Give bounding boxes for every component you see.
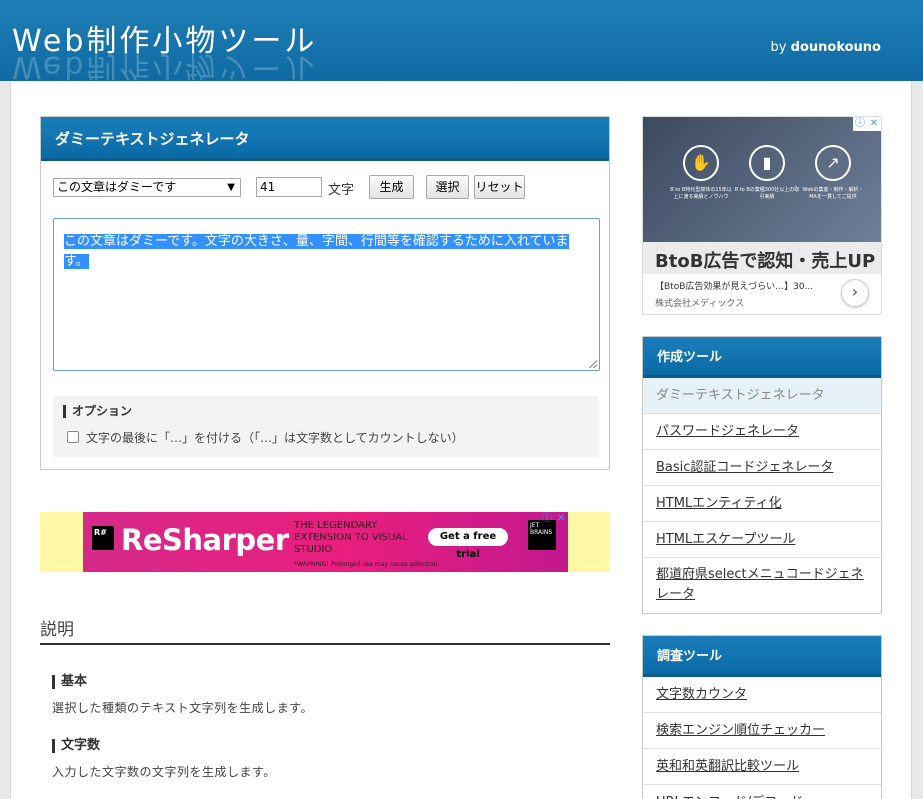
stairs-icon: ↗ [815,145,851,181]
section-body-basic: 選択した種類のテキスト文字列を生成します。 [52,701,313,715]
ad-advertiser: 株式会社メディックス [655,299,745,309]
bar-chart-icon: ▮ [749,145,785,181]
ellipsis-checkbox[interactable] [67,431,79,443]
char-unit-label: 文字 [328,183,355,198]
generate-button[interactable]: 生成 [369,175,414,199]
char-count-input[interactable]: 41 [256,177,322,197]
ad-headline: BtoB広告で認知・売上UP [655,251,876,272]
output-textarea[interactable]: この文章はダミーです。文字の大きさ、量、字間、行間等を確認するために入れています… [53,218,600,371]
author-name[interactable]: dounokouno [791,40,881,55]
ad-close-icon[interactable]: ✕ [867,117,881,131]
ad-cta-button[interactable]: Get a free trial [428,528,508,560]
handshake-icon: ✋ [683,145,719,181]
ad-tagline: THE LEGENDARY EXTENSION TO VISUAL STUDIO [294,520,408,555]
site-title-reflection: Web制作小物ツール [12,52,318,80]
medix-ad-image: ✋ ▮ ↗ B to B特化型媒体の15年以上に渡る実績とノウハウ B to B… [643,117,881,242]
resharper-ad-creative[interactable]: R# ReSharper THE LEGENDARY EXTENSION TO … [83,512,568,572]
dropdown-arrow-icon: ▼ [227,182,235,193]
chevron-right-icon[interactable]: › [841,279,869,307]
ad-close-icon[interactable]: ✕ [554,512,568,526]
description-title: 説明 [40,620,74,640]
reset-button[interactable]: リセット [474,175,525,199]
ad-caption-3: Webの集客・制作・解析・MAを一貫してご提供 [802,187,864,200]
ellipsis-option-label[interactable]: 文字の最後に「…」を付ける（「…」は文字数としてカウントしない） [86,429,464,446]
ad-subline: 【BtoB広告効果が見えづらい…】30... [655,282,814,292]
select-button[interactable]: 選択 [426,175,469,199]
section-heading-char-count: 文字数 [52,739,100,753]
nav-create-title: 作成ツール [643,337,881,378]
nav-item-char-counter[interactable]: 文字数カウンタ [643,677,881,713]
site-header: Web制作小物ツール Web制作小物ツール by dounokouno [0,0,923,81]
nav-item-search-rank[interactable]: 検索エンジン順位チェッカー [643,713,881,749]
ad-caption-2: B to Bの業種300社以上の取引実績 [734,187,800,200]
nav-item-url-encode[interactable]: URLエンコード/デコード [643,785,881,799]
nav-item-html-entity[interactable]: HTMLエンティティ化 [643,486,881,522]
byline-prefix: by [770,40,787,55]
text-type-select[interactable]: この文章はダミーです ▼ [53,178,241,197]
nav-item-password[interactable]: パスワードジェネレータ [643,414,881,450]
ad-headline-band: BtoB広告で認知・売上UP [643,242,881,274]
ad-caption-1: B to B特化型媒体の15年以上に渡る実績とノウハウ [670,187,732,200]
options-box: オプション 文字の最後に「…」を付ける（「…」は文字数としてカウントしない） [53,396,598,457]
nav-item-html-escape[interactable]: HTMLエスケープツール [643,522,881,558]
output-text: この文章はダミーです。文字の大きさ、量、字間、行間等を確認するために入れています… [64,234,569,269]
nav-item-translation-compare[interactable]: 英和和英翻訳比較ツール [643,749,881,785]
nav-item-basic-auth[interactable]: Basic認証コードジェネレータ [643,450,881,486]
text-type-selected: この文章はダミーです [57,180,177,194]
dummy-text-generator-panel: ダミーテキストジェネレータ この文章はダミーです ▼ 41 文字 生成 選択 リ… [40,116,610,470]
byline: by dounokouno [771,40,881,55]
nav-item-prefecture-select[interactable]: 都道府県selectメニュコードジェネレータ [643,558,881,614]
options-title: オプション [63,405,132,418]
ad-warning: *WARNING! Prolonged use may cause addict… [294,561,440,568]
description-divider [40,643,610,645]
resize-handle-icon[interactable] [589,360,597,368]
nav-research-tools: 調査ツール 文字数カウンタ 検索エンジン順位チェッカー 英和和英翻訳比較ツール … [642,635,882,799]
adchoices-info-icon[interactable]: ⓘ [540,512,554,526]
tool-title: ダミーテキストジェネレータ [41,117,609,161]
nav-research-title: 調査ツール [643,636,881,677]
medix-ad[interactable]: ✋ ▮ ↗ B to B特化型媒体の15年以上に渡る実績とノウハウ B to B… [642,116,882,315]
nav-item-dummy-text[interactable]: ダミーテキストジェネレータ [643,378,881,414]
tool-controls: この文章はダミーです ▼ 41 文字 生成 選択 リセット [53,175,593,201]
section-body-char-count: 入力した文字数の文字列を生成します。 [52,765,276,779]
nav-create-tools: 作成ツール ダミーテキストジェネレータ パスワードジェネレータ Basic認証コ… [642,336,882,614]
resharper-ad[interactable]: R# ReSharper THE LEGENDARY EXTENSION TO … [40,512,610,572]
resharper-logo-icon: R# [92,526,114,550]
adchoices-info-icon[interactable]: ⓘ [853,117,867,131]
ad-brand: ReSharper [121,523,289,557]
section-heading-basic: 基本 [52,675,87,689]
